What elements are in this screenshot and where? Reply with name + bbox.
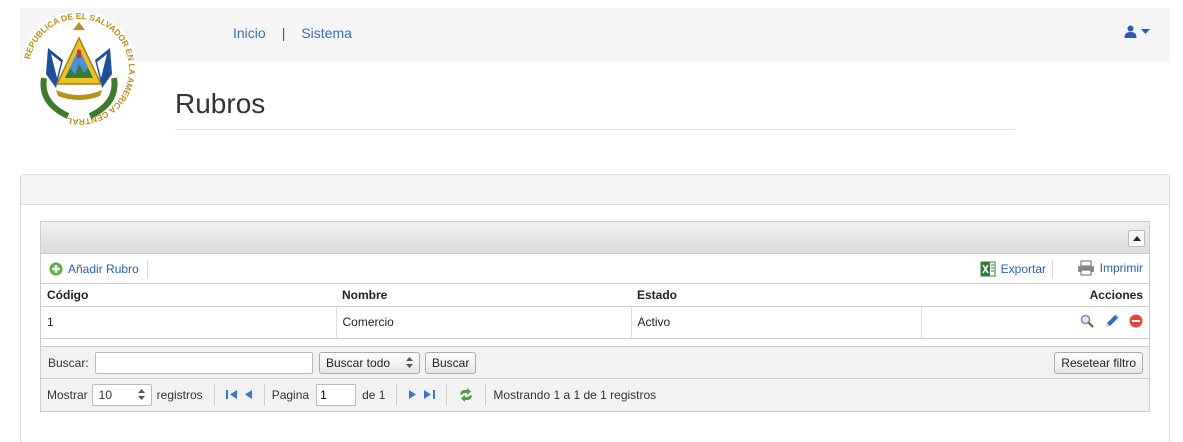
pager-divider: [396, 383, 398, 406]
column-header-acciones: Acciones: [921, 284, 1149, 306]
search-input[interactable]: [95, 351, 313, 374]
search-bar: Buscar: Buscar todo Buscar Resetear filt…: [41, 346, 1149, 379]
page-size-value: 10: [98, 387, 113, 402]
print-label: Imprimir: [1099, 261, 1143, 275]
add-rubro-label: Añadir Rubro: [68, 262, 139, 276]
export-button[interactable]: Exportar: [980, 260, 1053, 278]
page-title: Rubros: [175, 88, 266, 119]
refresh-icon: [460, 387, 473, 402]
pager-page-label: Pagina: [271, 387, 310, 402]
caret-down-icon: [1141, 28, 1150, 34]
coat-of-arms-logo: REPUBLICA DE EL SALVADOR EN LA AMERICA C…: [21, 11, 137, 127]
nav-links: Inicio | Sistema: [233, 25, 352, 41]
data-grid: Añadir Rubro Exportar Imprimir Código No…: [40, 221, 1150, 412]
delete-button[interactable]: [1129, 314, 1143, 331]
top-navbar: Inicio | Sistema: [20, 8, 1170, 62]
search-scope-select[interactable]: Buscar todo: [319, 351, 420, 374]
collapse-grid-button[interactable]: [1128, 230, 1145, 247]
search-scope-value: Buscar todo: [326, 355, 391, 370]
view-button[interactable]: [1080, 314, 1095, 331]
grid-titlebar: [41, 222, 1149, 254]
pager-records-label: registros: [156, 387, 203, 402]
reset-filter-button[interactable]: Resetear filtro: [1054, 351, 1143, 374]
prev-page-icon: [244, 390, 252, 399]
add-circle-icon: [49, 262, 63, 276]
pager-of-label: de 1: [362, 387, 386, 402]
spinner-arrows-icon: [406, 357, 413, 368]
print-button[interactable]: Imprimir: [1077, 260, 1143, 276]
content-panel: Añadir Rubro Exportar Imprimir Código No…: [20, 174, 1170, 442]
cell-codigo: 1: [41, 305, 336, 339]
panel-heading: [21, 175, 1169, 205]
column-header-codigo[interactable]: Código: [41, 284, 336, 306]
triangle-up-icon: [1132, 236, 1141, 241]
pager-divider: [446, 383, 448, 406]
nav-link-sistema[interactable]: Sistema: [301, 25, 352, 41]
user-icon: [1124, 25, 1137, 38]
search-label: Buscar:: [48, 355, 89, 370]
printer-icon: [1077, 260, 1094, 276]
nav-link-inicio[interactable]: Inicio: [233, 25, 266, 41]
column-header-estado[interactable]: Estado: [631, 284, 921, 306]
export-label: Exportar: [1000, 262, 1046, 276]
current-page-input[interactable]: [316, 383, 357, 406]
pager-divider: [263, 383, 265, 406]
delete-circle-icon: [1129, 314, 1143, 327]
last-page-icon: [424, 390, 436, 399]
table-row[interactable]: 1 Comercio Activo: [41, 305, 1149, 339]
pager-divider: [485, 383, 487, 406]
search-button[interactable]: Buscar: [425, 351, 477, 374]
pager: Mostrar 10 registros Pagina 1 de 1 Mostr…: [41, 378, 1149, 411]
grid-body-spacer: [41, 338, 1149, 347]
excel-icon: [980, 261, 996, 277]
first-page-icon: [225, 390, 237, 399]
page-size-select[interactable]: 10: [91, 383, 152, 406]
cell-acciones: [920, 305, 1149, 339]
user-menu[interactable]: [1124, 25, 1150, 38]
cell-estado: Activo: [630, 305, 921, 339]
title-divider: [175, 129, 1015, 130]
spinner-arrows-icon: [137, 389, 145, 400]
rubros-table: Código Nombre Estado Acciones 1 Comercio…: [41, 284, 1149, 339]
pager-divider: [213, 383, 215, 406]
grid-toolbar: Añadir Rubro Exportar Imprimir: [41, 254, 1149, 284]
last-page-button[interactable]: [424, 389, 436, 400]
pager-summary: Mostrando 1 a 1 de 1 registros: [493, 387, 657, 402]
column-header-nombre[interactable]: Nombre: [336, 284, 631, 306]
table-header-row: Código Nombre Estado Acciones: [41, 284, 1149, 306]
magnifier-icon: [1081, 314, 1095, 328]
nav-separator: |: [281, 25, 286, 41]
add-rubro-button[interactable]: Añadir Rubro: [49, 260, 148, 278]
refresh-button[interactable]: [458, 387, 474, 402]
edit-button[interactable]: [1104, 313, 1120, 332]
next-page-icon: [409, 390, 417, 399]
next-page-button[interactable]: [408, 389, 417, 400]
pencil-icon: [1105, 313, 1119, 327]
cell-nombre: Comercio: [335, 305, 631, 339]
pager-show-label: Mostrar: [47, 387, 88, 402]
first-page-button[interactable]: [225, 389, 237, 400]
prev-page-button[interactable]: [244, 389, 253, 400]
